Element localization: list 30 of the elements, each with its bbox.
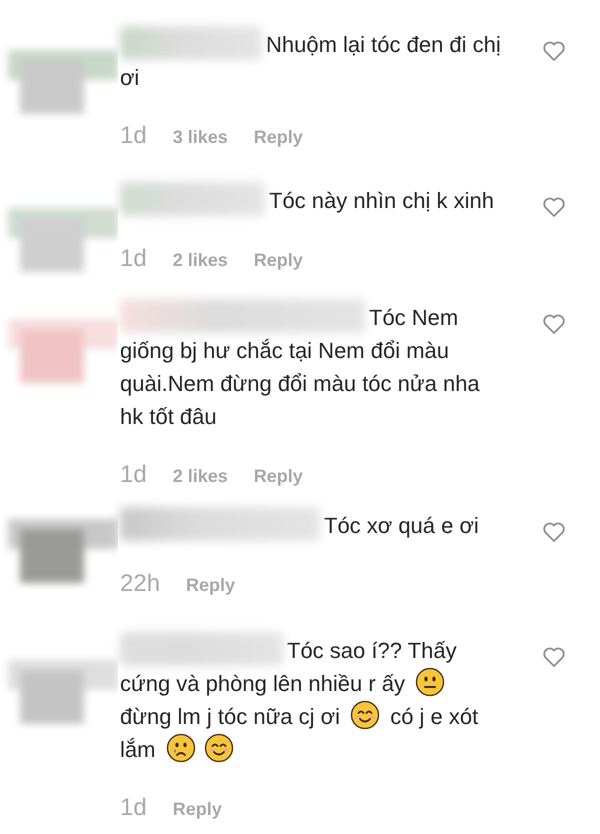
reply-link[interactable]: Reply: [254, 124, 303, 151]
comment-text: Nhuộm lại tóc đen đi chị ơi: [120, 26, 502, 94]
comment-time: 22h: [120, 569, 160, 599]
blurred-username[interactable]: [120, 182, 265, 216]
reply-link[interactable]: Reply: [186, 572, 236, 599]
comment-text: Tóc này nhìn chị k xinh: [120, 182, 502, 217]
likes-count[interactable]: 2 likes: [172, 247, 228, 274]
smiling-face-icon: [204, 733, 234, 763]
comment-time: 1d: [120, 460, 147, 490]
reply-link[interactable]: Reply: [172, 796, 222, 823]
comment-time: 1d: [120, 793, 147, 823]
comment-text: Tóc Nem giống bj hư chắc tại Nem đổi màu quài.Nem đừng đổi màu tóc nửa nha hk tốt đâu: [120, 299, 502, 433]
reply-link[interactable]: Reply: [254, 247, 303, 274]
likes-count[interactable]: 2 likes: [172, 463, 228, 490]
heart-icon[interactable]: [542, 196, 566, 218]
comment-time: 1d: [120, 121, 147, 151]
reply-link[interactable]: Reply: [254, 463, 303, 490]
neutral-face-icon: [415, 667, 446, 697]
comment-text: Tóc sao í?? Thấy cứng và phòng lên nhiều r ấy đừng lm j tóc nữa cj ơi có j e xót lắm: [120, 632, 502, 766]
heart-icon[interactable]: [542, 40, 566, 62]
blurred-username[interactable]: [120, 507, 320, 541]
heart-icon[interactable]: [542, 521, 566, 543]
likes-count[interactable]: 3 likes: [172, 124, 228, 151]
heart-icon[interactable]: [542, 646, 566, 668]
comment-text: Tóc xơ quá e ơi: [120, 507, 502, 542]
comment-time: 1d: [120, 244, 147, 274]
blurred-username[interactable]: [120, 26, 262, 60]
heart-icon[interactable]: [542, 313, 566, 335]
crying-face-icon: [166, 733, 196, 763]
smiling-face-icon: [350, 700, 380, 730]
